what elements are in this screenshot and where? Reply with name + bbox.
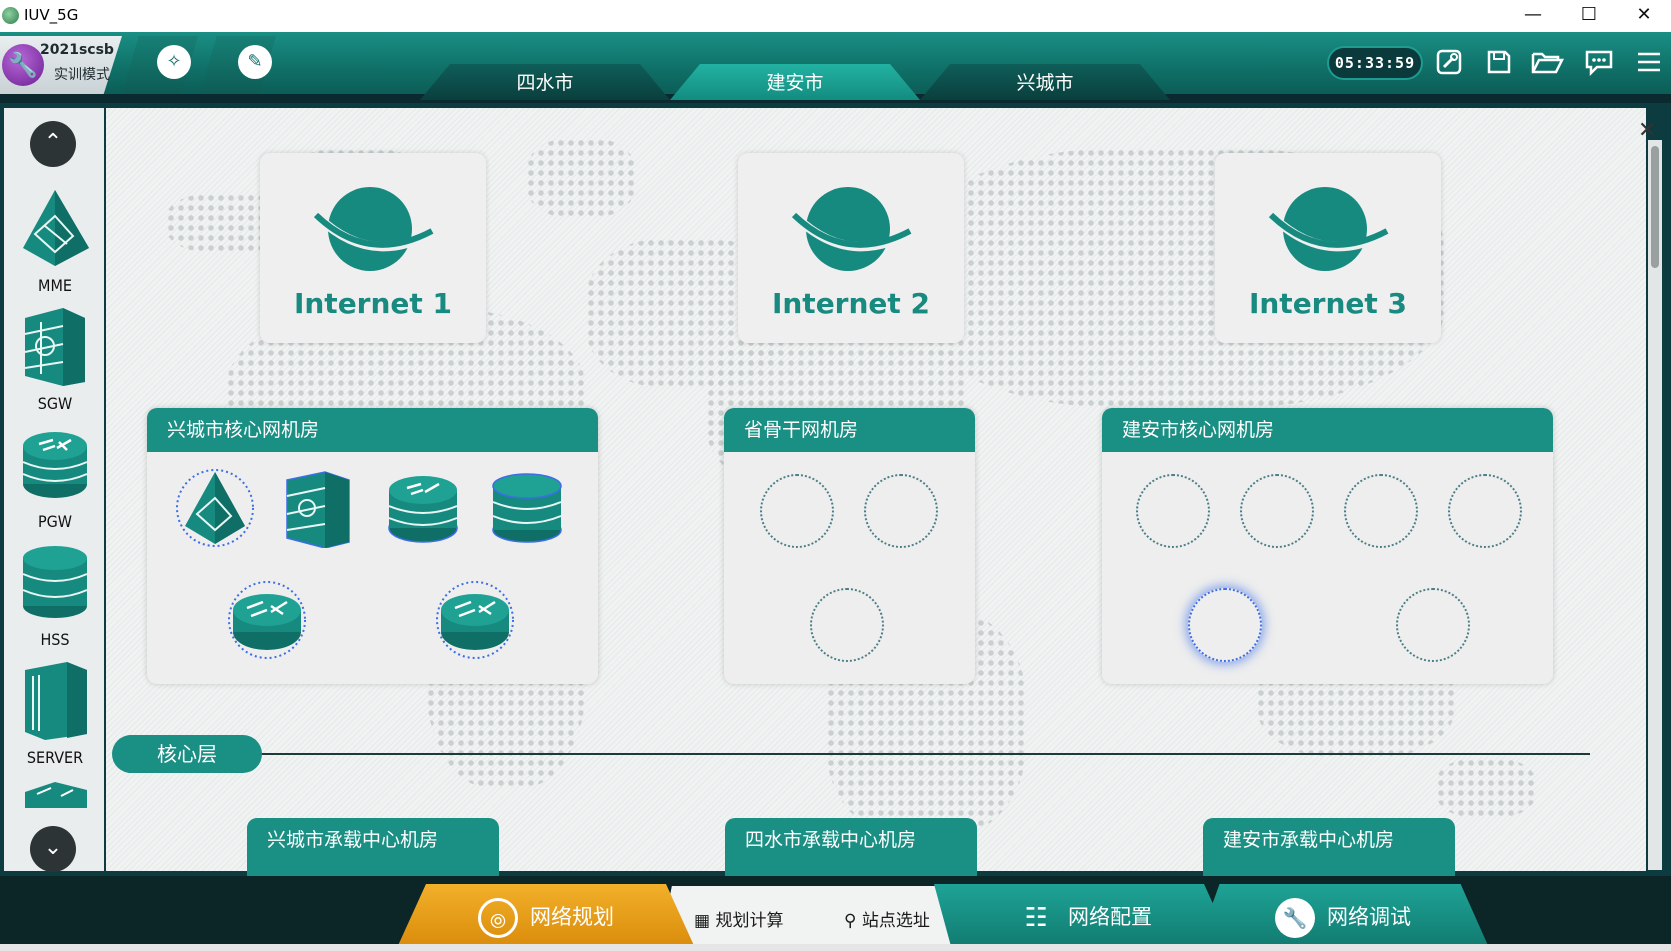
tab-plan-calc-label: 规划计算 bbox=[715, 911, 784, 931]
maximize-button[interactable]: ☐ bbox=[1562, 0, 1616, 32]
menu-icon[interactable] bbox=[1632, 48, 1666, 78]
tab-network-debug-label: 网络调试 bbox=[1327, 905, 1411, 929]
bottom-strip bbox=[0, 944, 1671, 951]
room-jianan-bearer[interactable]: 建安市承载中心机房 bbox=[1203, 818, 1455, 878]
tab-network-planning-label: 网络规划 bbox=[530, 905, 614, 929]
device-sgw[interactable]: SGW bbox=[10, 304, 100, 413]
room-xingcheng-core[interactable]: 兴城市核心网机房 bbox=[147, 408, 598, 684]
installed-pgw-icon[interactable] bbox=[383, 468, 463, 548]
sgw-firewall-icon bbox=[24, 308, 85, 386]
internet-globe-icon bbox=[1268, 187, 1393, 271]
device-label-hss: HSS bbox=[40, 630, 70, 649]
switch-icon bbox=[25, 782, 87, 808]
server-tower-icon bbox=[25, 662, 87, 740]
map-dots bbox=[526, 138, 636, 218]
core-layer-line bbox=[260, 753, 1590, 755]
room-title: 省骨干网机房 bbox=[724, 408, 975, 452]
scroll-up-button[interactable]: ⌃ bbox=[30, 121, 76, 167]
save-icon[interactable] bbox=[1482, 48, 1516, 78]
installed-mme-icon[interactable] bbox=[175, 468, 255, 548]
installed-router-icon[interactable] bbox=[435, 580, 515, 660]
internet-card-1[interactable]: Internet 1 bbox=[260, 153, 486, 343]
hierarchy-icon: ☷ bbox=[1024, 903, 1048, 933]
installed-sgw-icon[interactable] bbox=[279, 468, 359, 548]
tab-site-selection[interactable]: ⚲ 站点选址 bbox=[844, 906, 930, 931]
mode-name: 实训模式 bbox=[54, 67, 110, 83]
internet-label-3: Internet 3 bbox=[1248, 287, 1408, 320]
internet-label-1: Internet 1 bbox=[293, 287, 453, 320]
tab-site-selection-label: 站点选址 bbox=[861, 911, 930, 931]
device-label-server: SERVER bbox=[26, 748, 84, 767]
installed-router-icon[interactable] bbox=[227, 580, 307, 660]
empty-slot[interactable] bbox=[864, 474, 938, 548]
internet-card-2[interactable]: Internet 2 bbox=[738, 153, 964, 343]
app-logo-icon bbox=[2, 7, 19, 24]
device-mme[interactable]: MME bbox=[10, 186, 100, 295]
close-window-button[interactable]: ✕ bbox=[1617, 0, 1671, 32]
device-partial[interactable] bbox=[10, 780, 100, 808]
device-label-pgw: PGW bbox=[37, 512, 73, 531]
location-pin-icon: ⚲ bbox=[844, 911, 857, 931]
mme-pyramid-icon bbox=[23, 190, 89, 266]
installed-hss-icon[interactable] bbox=[487, 468, 567, 548]
internet-globe-icon bbox=[313, 187, 438, 271]
room-sishui-bearer[interactable]: 四水市承载中心机房 bbox=[725, 818, 977, 878]
tab-network-planning[interactable]: ⦾ 网络规划 bbox=[396, 884, 696, 950]
device-server[interactable]: SERVER bbox=[10, 658, 100, 767]
broadcast-icon: ⦾ bbox=[478, 898, 518, 938]
calculator-icon: ▦ bbox=[694, 911, 711, 931]
core-layer-label: 核心层 bbox=[112, 735, 262, 773]
session-clock: 05:33:59 bbox=[1327, 46, 1423, 80]
map-dots bbox=[1436, 758, 1536, 818]
tab-network-config-label: 网络配置 bbox=[1068, 905, 1152, 929]
room-title: 建安市核心网机房 bbox=[1102, 408, 1553, 452]
room-title: 兴城市核心网机房 bbox=[147, 408, 598, 452]
room-jianan-core[interactable]: 建安市核心网机房 bbox=[1102, 408, 1553, 684]
device-hss[interactable]: HSS bbox=[10, 540, 100, 649]
scrollbar-thumb[interactable] bbox=[1651, 146, 1659, 268]
device-pgw[interactable]: PGW bbox=[10, 422, 100, 531]
empty-slot[interactable] bbox=[760, 474, 834, 548]
open-folder-icon[interactable] bbox=[1530, 48, 1565, 78]
tab-sishui[interactable]: 四水市 bbox=[420, 64, 670, 100]
tab-jianan[interactable]: 建安市 bbox=[670, 64, 920, 100]
minimize-button[interactable]: — bbox=[1506, 0, 1560, 32]
tab-network-config[interactable]: ☷ 网络配置 bbox=[934, 884, 1234, 950]
tab-network-debug[interactable]: 🔧 网络调试 bbox=[1196, 884, 1490, 950]
empty-slot[interactable] bbox=[1344, 474, 1418, 548]
scroll-down-button[interactable]: ⌄ bbox=[30, 826, 76, 872]
window-titlebar: IUV_5G — ☐ ✕ bbox=[0, 0, 1671, 32]
selected-slot[interactable] bbox=[1188, 588, 1262, 662]
empty-slot[interactable] bbox=[1136, 474, 1210, 548]
tab-plan-calc[interactable]: ▦ 规划计算 bbox=[694, 906, 783, 931]
pgw-router-icon bbox=[22, 432, 88, 498]
settings-tool-icon[interactable] bbox=[1432, 48, 1466, 78]
internet-label-2: Internet 2 bbox=[771, 287, 931, 320]
empty-slot[interactable] bbox=[1448, 474, 1522, 548]
empty-slot[interactable] bbox=[810, 588, 884, 662]
tab-xingcheng[interactable]: 兴城市 bbox=[920, 64, 1170, 100]
room-province-backbone[interactable]: 省骨干网机房 bbox=[724, 408, 975, 684]
internet-card-3[interactable]: Internet 3 bbox=[1215, 153, 1441, 343]
empty-slot[interactable] bbox=[1396, 588, 1470, 662]
mode-year: 2021scsb bbox=[40, 42, 114, 58]
wrench-icon: 🔧 bbox=[1275, 898, 1315, 938]
window-title: IUV_5G bbox=[24, 6, 79, 24]
device-label-mme: MME bbox=[38, 276, 72, 295]
room-xingcheng-bearer[interactable]: 兴城市承载中心机房 bbox=[247, 818, 499, 878]
wrench-mode-icon[interactable]: 🔧 bbox=[2, 44, 44, 86]
device-label-sgw: SGW bbox=[37, 394, 73, 413]
hss-database-icon bbox=[22, 546, 88, 618]
empty-slot[interactable] bbox=[1240, 474, 1314, 548]
edit-icon[interactable]: ✎ bbox=[238, 45, 272, 79]
topology-icon[interactable]: ✧ bbox=[157, 45, 191, 79]
chat-icon[interactable] bbox=[1582, 48, 1616, 78]
internet-globe-icon bbox=[791, 187, 916, 271]
